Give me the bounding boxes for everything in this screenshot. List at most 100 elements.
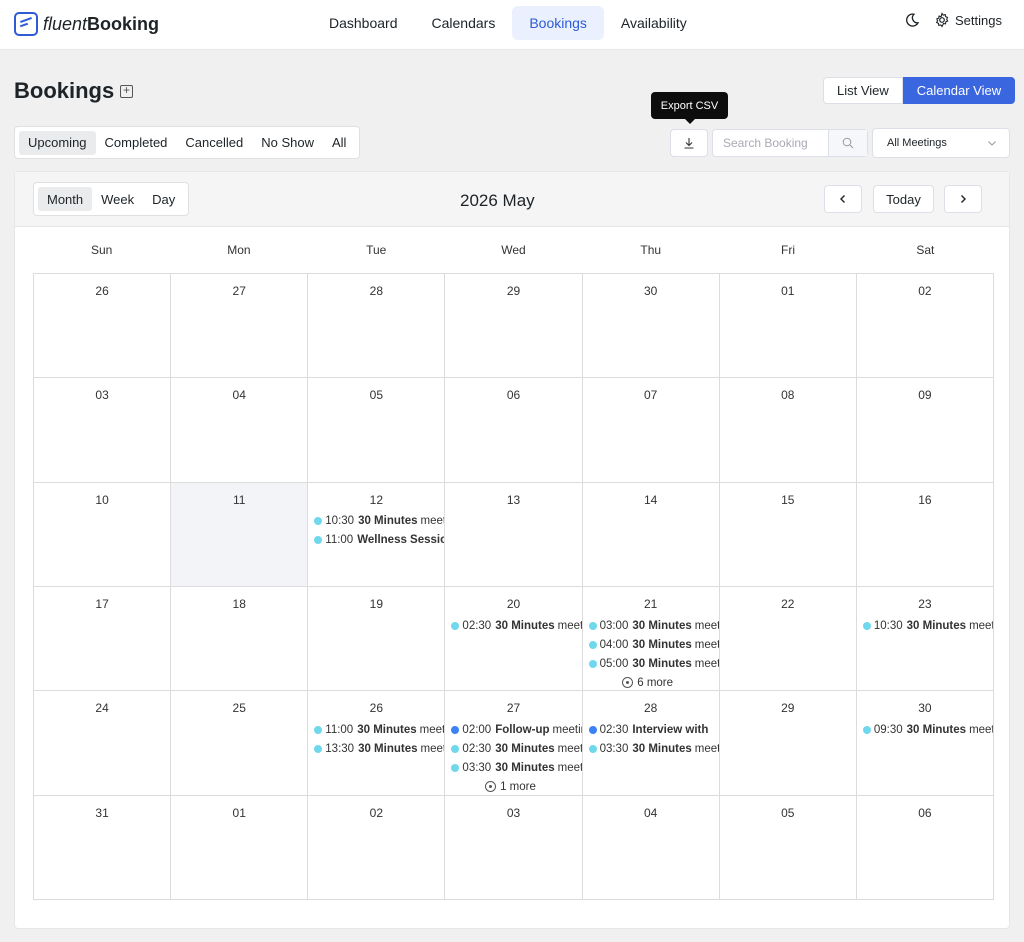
calendar-day-cell[interactable]: 1210:3030 Minutesmeeting11:00Wellness Se… [308, 482, 446, 587]
nav-dashboard[interactable]: Dashboard [312, 6, 415, 40]
chevron-left-icon [840, 195, 845, 203]
settings-button[interactable]: Settings [934, 12, 1002, 28]
calendar-day-cell[interactable]: 10 [34, 482, 172, 587]
calendar-day-cell[interactable]: 07 [582, 378, 720, 483]
event-title: 30 Minutes [358, 742, 418, 755]
filter-upcoming[interactable]: Upcoming [19, 130, 96, 155]
range-month[interactable]: Month [38, 187, 93, 211]
event-list: 02:3030 Minutesmeeting [445, 616, 582, 635]
calendar-day-cell[interactable]: 08 [719, 378, 857, 483]
calendar-day-cell[interactable]: 06 [856, 795, 994, 900]
calendar-day-cell[interactable]: 24 [34, 691, 172, 796]
search-input[interactable] [713, 130, 828, 156]
calendar-day-cell[interactable]: 30 [582, 274, 720, 379]
event-title: 30 Minutes [632, 742, 692, 755]
booking-event[interactable]: 03:3030 Minutesmeeting [451, 758, 582, 777]
next-month-button[interactable] [944, 185, 982, 213]
calendar-day-cell[interactable]: 03 [34, 378, 172, 483]
event-title-rest: meeting [694, 657, 719, 670]
day-number: 11 [232, 492, 246, 507]
event-time: 05:00 [599, 657, 629, 670]
nav-calendars[interactable]: Calendars [415, 6, 513, 40]
booking-event[interactable]: 10:3030 Minutesmeeting [314, 512, 444, 531]
calendar-day-cell[interactable]: 02 [308, 795, 446, 900]
more-events-link[interactable]: 6 more [583, 673, 719, 690]
calendar-day-cell[interactable]: 2802:30Interview with03:3030 Minutesmeet… [582, 691, 720, 796]
calendar-day-cell[interactable]: 11 [171, 482, 309, 587]
booking-event[interactable]: 04:0030 Minutesmeeting [588, 635, 719, 654]
booking-event[interactable]: 03:0030 Minutesmeeting [588, 616, 719, 635]
booking-event[interactable]: 11:00Wellness Session [314, 531, 444, 550]
calendar-day-cell[interactable]: 19 [308, 587, 446, 692]
day-number: 02 [369, 805, 384, 820]
calendar-day-cell[interactable]: 27 [171, 274, 309, 379]
calendar-day-cell[interactable]: 29 [719, 691, 857, 796]
calendar-day-cell[interactable]: 31 [34, 795, 172, 900]
booking-event[interactable]: 09:3030 Minutesmeeting [862, 720, 993, 739]
nav-bookings[interactable]: Bookings [512, 6, 604, 40]
calendar-day-cell[interactable]: 14 [582, 482, 720, 587]
calendar-day-cell[interactable]: 2103:0030 Minutesmeeting04:0030 Minutesm… [582, 587, 720, 692]
event-status-dot [314, 536, 323, 545]
calendar-day-cell[interactable]: 06 [445, 378, 583, 483]
brand-logo[interactable]: fluent Booking [14, 10, 159, 38]
search-button[interactable] [828, 130, 867, 156]
calendar-day-cell[interactable]: 16 [856, 482, 994, 587]
calendar-day-cell[interactable]: 20 02:3030 Minutesmeeting [445, 587, 583, 692]
booking-event[interactable]: 13:3030 Minutesmeeting [314, 739, 444, 758]
prev-month-button[interactable] [824, 185, 862, 213]
booking-event[interactable]: 02:3030 Minutesmeeting [451, 739, 582, 758]
day-number: 14 [643, 492, 658, 507]
filter-all[interactable]: All [323, 131, 355, 155]
booking-event[interactable]: 03:3030 Minutesmeeting [588, 739, 719, 758]
export-csv-button[interactable] [670, 129, 708, 157]
calendar-day-cell[interactable]: 05 [308, 378, 446, 483]
day-number: 16 [918, 492, 932, 507]
range-day[interactable]: Day [143, 187, 184, 211]
calendar-day-cell[interactable]: 23 10:3030 Minutesmeeting [856, 587, 994, 692]
calendar-day-cell[interactable]: 17 [34, 587, 172, 692]
today-button[interactable]: Today [873, 185, 934, 213]
calendar-day-cell[interactable]: 2702:00Follow-upmeeting02:3030 Minutesme… [445, 691, 583, 796]
filter-no-show[interactable]: No Show [252, 131, 323, 155]
calendar-day-cell[interactable]: 01 [171, 795, 309, 900]
booking-event[interactable]: 02:3030 Minutesmeeting [451, 616, 582, 635]
calendar-day-cell[interactable]: 29 [445, 274, 583, 379]
booking-event[interactable]: 11:0030 Minutesmeeting [314, 720, 444, 739]
calendar-day-cell[interactable]: 18 [171, 587, 309, 692]
meetings-select[interactable]: All Meetings [872, 128, 1010, 158]
calendar-day-cell[interactable]: 15 [719, 482, 857, 587]
booking-event[interactable]: 02:00Follow-upmeeting [451, 720, 582, 739]
calendar-grid: 26 27 28 29 30 01 02 03 04 05 06 07 08 09 10 11 12 10:30 3… [33, 273, 994, 900]
day-number: 13 [506, 492, 521, 507]
day-number: 15 [781, 492, 795, 507]
moon-icon[interactable] [904, 12, 920, 28]
calendar-day-cell[interactable]: 02 [856, 274, 994, 379]
booking-event[interactable]: 05:0030 Minutesmeeting [588, 654, 719, 673]
calendar-day-cell[interactable]: 05 [719, 795, 857, 900]
event-title: 30 Minutes [495, 619, 555, 632]
calendar-day-cell[interactable]: 13 [445, 482, 583, 587]
range-week[interactable]: Week [92, 187, 143, 211]
calendar-day-cell[interactable]: 2611:0030 Minutesmeeting13:3030 Minutesm… [308, 691, 446, 796]
booking-event[interactable]: 10:3030 Minutesmeeting [862, 616, 993, 635]
calendar-day-cell[interactable]: 01 [719, 274, 857, 379]
calendar-day-cell[interactable]: 04 [582, 795, 720, 900]
booking-event[interactable]: 02:30 Interview with [588, 720, 719, 739]
calendar-day-cell[interactable]: 28 [308, 274, 446, 379]
filter-completed[interactable]: Completed [96, 131, 177, 155]
nav-availability[interactable]: Availability [604, 6, 704, 40]
calendar-day-cell[interactable]: 25 [171, 691, 309, 796]
calendar-day-cell[interactable]: 30 09:3030 Minutesmeeting [856, 691, 994, 796]
calendar-day-cell[interactable]: 04 [171, 378, 309, 483]
calendar-day-cell[interactable]: 22 [719, 587, 857, 692]
calendar-day-cell[interactable]: 26 [34, 274, 172, 379]
add-booking-icon[interactable]: + [120, 84, 133, 98]
calendar-day-cell[interactable]: 03 [445, 795, 583, 900]
view-toggle: List View Calendar View [823, 77, 1016, 104]
filter-cancelled[interactable]: Cancelled [176, 131, 252, 155]
calendar-day-cell[interactable]: 09 [856, 378, 994, 483]
more-events-link[interactable]: 1 more [445, 777, 581, 794]
calendar-view-button[interactable]: Calendar View [902, 77, 1016, 104]
list-view-button[interactable]: List View [823, 77, 903, 104]
